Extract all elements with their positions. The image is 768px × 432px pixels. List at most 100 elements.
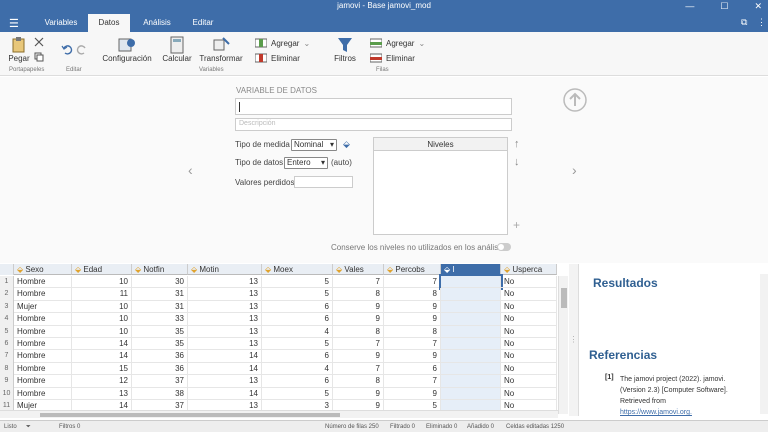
row-number[interactable]: 8	[0, 362, 14, 376]
table-cell[interactable]: 8	[384, 288, 441, 301]
table-cell[interactable]: 13	[188, 338, 262, 351]
column-header-motin[interactable]: ⬙ Motin	[188, 264, 262, 275]
more-options-icon[interactable]: ⋮	[757, 17, 766, 28]
table-cell[interactable]: 10	[72, 300, 132, 314]
compute-button[interactable]: Calcular	[160, 36, 194, 63]
filters-button[interactable]: Filtros	[332, 36, 358, 63]
table-cell[interactable]: 11	[72, 288, 132, 301]
transform-button[interactable]: Transformar	[198, 36, 244, 63]
table-cell[interactable]: 14	[188, 362, 262, 376]
row-number[interactable]: 2	[0, 288, 14, 301]
tab-analisis[interactable]: Análisis	[134, 14, 180, 32]
table-cell[interactable]	[441, 387, 501, 400]
copy-icon[interactable]	[34, 52, 44, 62]
vertical-scrollbar[interactable]	[558, 276, 568, 414]
table-cell[interactable]: 7	[333, 338, 384, 351]
table-cell[interactable]: 6	[262, 300, 333, 314]
table-cell[interactable]: 7	[384, 375, 441, 388]
table-cell[interactable]: 4	[262, 362, 333, 376]
reference-link[interactable]: https://www.jamovi.org.	[620, 407, 760, 418]
table-cell[interactable]: 8	[333, 375, 384, 388]
table-cell[interactable]: 10	[72, 313, 132, 326]
table-cell[interactable]: 9	[333, 387, 384, 400]
row-delete-button[interactable]: Eliminar	[370, 53, 415, 63]
panel-splitter[interactable]: ⋮	[569, 264, 578, 416]
table-cell[interactable]: 9	[384, 387, 441, 400]
table-cell[interactable]: 15	[72, 362, 132, 376]
tab-editar[interactable]: Editar	[184, 14, 222, 32]
table-cell[interactable]: 5	[262, 338, 333, 351]
table-cell[interactable]	[441, 313, 501, 326]
table-cell[interactable]: 38	[132, 387, 188, 400]
table-cell[interactable]: 30	[132, 276, 188, 289]
add-level-icon[interactable]: +	[513, 218, 520, 232]
table-cell[interactable]: 7	[333, 276, 384, 289]
table-cell[interactable]: Hombre	[14, 387, 72, 400]
table-cell[interactable]: 7	[384, 338, 441, 351]
row-number[interactable]: 10	[0, 387, 14, 400]
row-number[interactable]: 1	[0, 276, 14, 289]
table-cell[interactable]: No	[501, 338, 557, 351]
table-cell[interactable]: 5	[262, 276, 333, 289]
table-cell[interactable]: 14	[188, 350, 262, 363]
table-cell[interactable]: No	[501, 325, 557, 338]
table-cell[interactable]: Hombre	[14, 313, 72, 326]
table-cell[interactable]: 14	[188, 387, 262, 400]
table-cell[interactable]: Hombre	[14, 350, 72, 363]
table-cell[interactable]	[441, 300, 501, 314]
table-cell[interactable]: No	[501, 375, 557, 388]
column-header-sexo[interactable]: ⬙ Sexo	[14, 264, 72, 275]
table-cell[interactable]: Hombre	[14, 325, 72, 338]
table-cell[interactable]	[441, 350, 501, 363]
collapse-setup-icon[interactable]	[563, 88, 587, 112]
table-cell[interactable]: 7	[384, 276, 441, 289]
row-add-button[interactable]: Agregar ⌄	[370, 38, 425, 48]
close-button[interactable]: ✕	[754, 0, 762, 13]
row-number[interactable]: 7	[0, 350, 14, 363]
table-cell[interactable]: No	[501, 387, 557, 400]
table-cell[interactable]	[441, 362, 501, 376]
column-header-vales[interactable]: ⬙ Vales	[333, 264, 384, 275]
row-number[interactable]: 6	[0, 338, 14, 351]
table-cell[interactable]: 14	[72, 338, 132, 351]
variable-delete-button[interactable]: Eliminar	[255, 53, 300, 63]
table-cell[interactable]: 8	[333, 288, 384, 301]
table-cell[interactable]: Hombre	[14, 362, 72, 376]
retain-levels-toggle[interactable]	[497, 243, 511, 251]
table-cell[interactable]	[441, 288, 501, 301]
variable-add-button[interactable]: Agregar ⌄	[255, 38, 310, 48]
tab-datos[interactable]: Datos	[88, 14, 130, 32]
panel-mode-icon[interactable]: ⧉	[741, 17, 747, 28]
tab-variables[interactable]: Variables	[38, 14, 84, 32]
row-number[interactable]: 5	[0, 325, 14, 338]
table-cell[interactable]: 14	[72, 350, 132, 363]
variable-name-input[interactable]	[235, 98, 512, 115]
row-number[interactable]: 9	[0, 375, 14, 388]
maximize-button[interactable]: ☐	[720, 0, 728, 13]
table-cell[interactable]: 13	[188, 276, 262, 289]
table-cell[interactable]: 31	[132, 288, 188, 301]
results-scrollbar[interactable]	[760, 274, 768, 414]
table-cell[interactable]: No	[501, 313, 557, 326]
column-header-i[interactable]: ⬙ I	[441, 264, 501, 275]
table-cell[interactable]: 7	[333, 362, 384, 376]
table-cell[interactable]: 13	[72, 387, 132, 400]
table-cell[interactable]: 37	[132, 375, 188, 388]
table-cell[interactable]: Mujer	[14, 300, 72, 314]
data-type-select[interactable]: Entero ▾	[284, 157, 328, 169]
table-cell[interactable]: 13	[188, 325, 262, 338]
table-cell[interactable]: No	[501, 350, 557, 363]
table-cell[interactable]: 8	[333, 325, 384, 338]
table-cell[interactable]: 13	[188, 375, 262, 388]
table-cell[interactable]: 10	[72, 276, 132, 289]
description-input[interactable]: Descripción	[235, 118, 512, 131]
table-cell[interactable]: 10	[72, 325, 132, 338]
move-level-up-icon[interactable]: ↑	[514, 138, 520, 150]
missing-values-input[interactable]	[294, 176, 353, 188]
row-number[interactable]: 3	[0, 300, 14, 314]
minimize-button[interactable]: —	[685, 0, 694, 13]
cut-icon[interactable]	[34, 37, 44, 47]
table-cell[interactable]: No	[501, 288, 557, 301]
table-cell[interactable]: 35	[132, 325, 188, 338]
table-cell[interactable]: 9	[333, 313, 384, 326]
